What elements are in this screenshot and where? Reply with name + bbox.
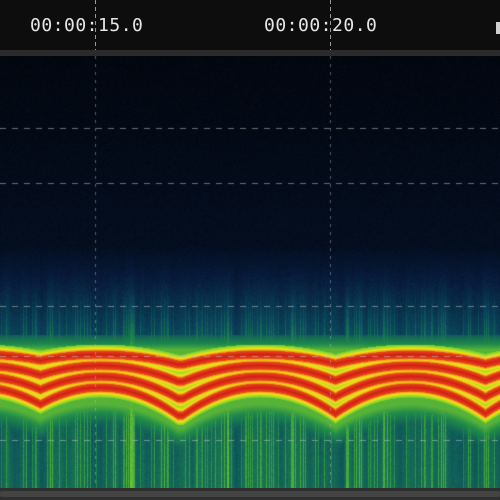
time-label-15s: 00:00:15.0	[30, 15, 144, 36]
time-tick-20s	[330, 0, 331, 50]
time-ruler[interactable]: 00:00:15.0 00:00:20.0	[0, 0, 500, 50]
ruler-edge-marker	[496, 22, 500, 34]
time-tick-15s	[95, 0, 96, 50]
time-label-20s: 00:00:20.0	[264, 15, 378, 36]
horizontal-scrollbar-thumb[interactable]	[0, 491, 500, 497]
spectrogram-view: 00:00:15.0 00:00:20.0	[0, 0, 500, 500]
spectrogram-canvas[interactable]	[0, 56, 500, 488]
